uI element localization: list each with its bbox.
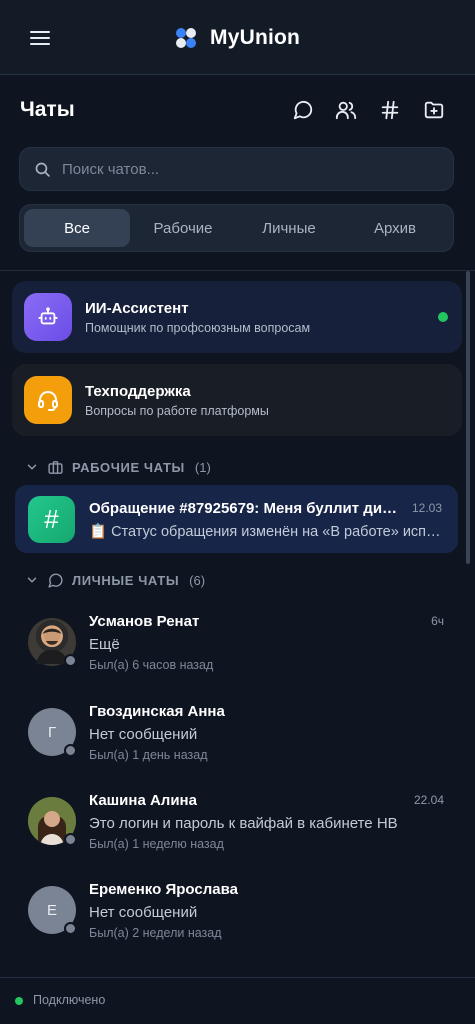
ai-assistant-name: ИИ-Ассистент xyxy=(85,300,189,317)
last-message: Ещё xyxy=(89,636,120,653)
brand: MyUnion xyxy=(172,22,300,54)
chat-time: 6ч xyxy=(431,614,444,628)
chat-preview: 📋 Статус обращения изменён на «В работе»… xyxy=(89,524,441,540)
tab-work[interactable]: Рабочие xyxy=(130,209,236,247)
connection-status-bar: Подключено xyxy=(0,977,475,1024)
users-icon[interactable] xyxy=(332,96,360,124)
status-indicator xyxy=(64,922,77,935)
contact-chat-item[interactable]: Г Гвоздинская Анна Нет сообщений Был(а) … xyxy=(0,690,466,778)
robot-icon xyxy=(24,293,72,341)
support-name: Техподдержка xyxy=(85,383,191,400)
chat-time: 22.04 xyxy=(413,793,444,807)
last-seen: Был(а) 1 день назад xyxy=(89,748,208,762)
connection-indicator xyxy=(15,997,23,1005)
briefcase-icon xyxy=(48,460,63,474)
contact-name: Кашина Алина xyxy=(89,792,197,809)
search-box xyxy=(19,147,454,191)
last-seen: Был(а) 1 неделю назад xyxy=(89,837,224,851)
chat-title: Обращение #87925679: Меня буллит директо… xyxy=(89,500,401,517)
online-indicator xyxy=(438,312,448,322)
status-indicator xyxy=(64,744,77,757)
section-count: (6) xyxy=(189,572,206,588)
contact-name: Еременко Ярослава xyxy=(89,881,238,898)
status-indicator xyxy=(64,833,77,846)
last-message: Это логин и пароль к вайфай в кабинете Н… xyxy=(89,815,398,832)
support-desc: Вопросы по работе платформы xyxy=(85,404,269,418)
chat-bubble-icon xyxy=(48,573,63,588)
page-title: Чаты xyxy=(20,98,75,121)
scrollbar[interactable] xyxy=(466,271,470,564)
last-message: Нет сообщений xyxy=(89,726,198,743)
app-name: MyUnion xyxy=(210,26,301,49)
filter-tabs: Все Рабочие Личные Архив xyxy=(19,204,454,252)
support-chat[interactable]: Техподдержка Вопросы по работе платформы xyxy=(12,364,462,436)
folder-plus-icon[interactable] xyxy=(420,96,448,124)
contact-chat-item[interactable]: Кашина Алина 22.04 Это логин и пароль к … xyxy=(0,779,466,867)
section-label: ЛИЧНЫЕ ЧАТЫ xyxy=(72,572,180,588)
logo-icon xyxy=(172,24,200,52)
contact-name: Усманов Ренат xyxy=(89,613,200,630)
top-bar: MyUnion xyxy=(0,0,475,75)
headset-icon xyxy=(24,376,72,424)
tab-all[interactable]: Все xyxy=(24,209,130,247)
tab-archive[interactable]: Архив xyxy=(342,209,448,247)
hashtag-icon: # xyxy=(28,496,75,543)
search-input[interactable] xyxy=(62,148,442,190)
connection-status: Подключено xyxy=(33,993,106,1007)
ai-assistant-chat[interactable]: ИИ-Ассистент Помощник по профсоюзным воп… xyxy=(12,281,462,353)
last-message: Нет сообщений xyxy=(89,904,198,921)
chat-bubble-icon[interactable] xyxy=(289,96,317,124)
last-seen: Был(а) 6 часов назад xyxy=(89,658,214,672)
menu-icon[interactable] xyxy=(26,25,56,51)
chat-time: 12.03 xyxy=(412,501,443,515)
section-personal-chats[interactable]: ЛИЧНЫЕ ЧАТЫ (6) xyxy=(25,570,205,590)
chevron-down-icon xyxy=(27,464,37,470)
search-icon xyxy=(35,162,50,177)
last-seen: Был(а) 2 недели назад xyxy=(89,926,222,940)
ai-assistant-desc: Помощник по профсоюзным вопросам xyxy=(85,321,311,335)
contact-name: Гвоздинская Анна xyxy=(89,703,225,720)
hashtag-icon[interactable] xyxy=(376,96,404,124)
contact-chat-item[interactable]: Е Еременко Ярослава Нет сообщений Был(а)… xyxy=(0,868,466,956)
section-work-chats[interactable]: РАБОЧИЕ ЧАТЫ (1) xyxy=(25,457,211,477)
status-indicator xyxy=(64,654,77,667)
tab-personal[interactable]: Личные xyxy=(236,209,342,247)
section-label: РАБОЧИЕ ЧАТЫ xyxy=(72,459,185,475)
contact-chat-item[interactable]: Усманов Ренат 6ч Ещё Был(а) 6 часов наза… xyxy=(0,600,466,688)
section-count: (1) xyxy=(194,459,211,475)
divider xyxy=(0,270,475,271)
chats-header: Чаты xyxy=(0,90,475,130)
chevron-down-icon xyxy=(27,577,37,583)
work-chat-item[interactable]: # Обращение #87925679: Меня буллит дирек… xyxy=(15,485,458,553)
